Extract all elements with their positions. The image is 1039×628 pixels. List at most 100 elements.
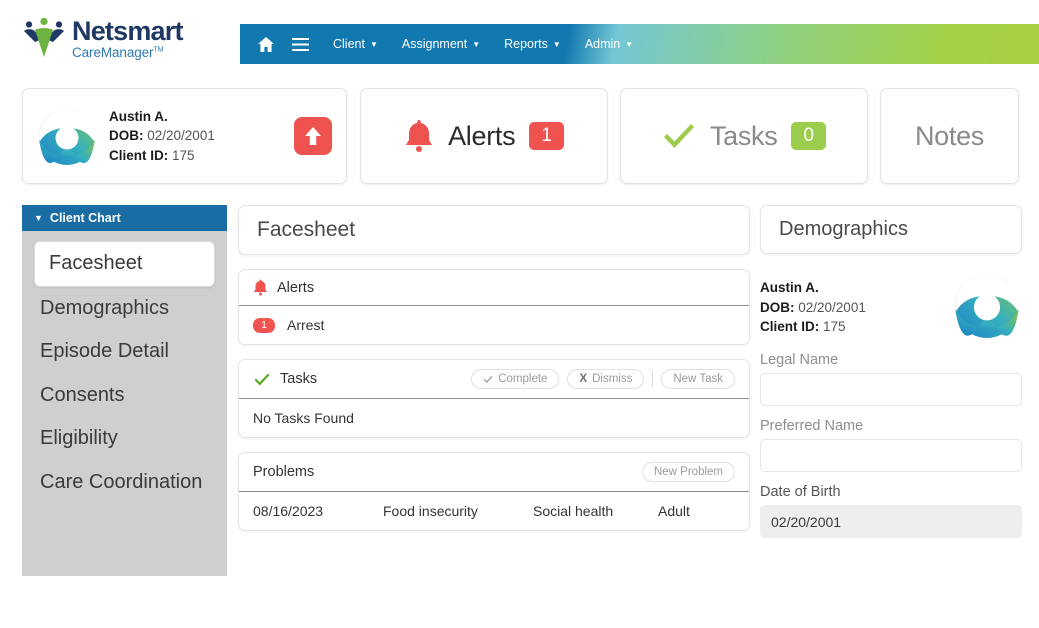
tasks-card[interactable]: Tasks 0	[620, 88, 868, 184]
sidebar-item-label: Eligibility	[40, 427, 118, 449]
check-icon	[253, 372, 271, 387]
expand-client-button[interactable]	[294, 117, 332, 155]
client-avatar-icon	[37, 107, 97, 165]
problems-action-buttons: New Problem	[642, 462, 735, 482]
sidebar-item-demographics[interactable]: Demographics	[22, 287, 227, 331]
nav-item-label: Reports	[504, 37, 548, 51]
check-icon	[483, 375, 493, 384]
tasks-section-title: Tasks	[280, 371, 317, 387]
new-problem-label: New Problem	[654, 466, 723, 478]
problem-category: Social health	[533, 503, 658, 519]
sidebar-item-eligibility[interactable]: Eligibility	[22, 417, 227, 461]
new-problem-button[interactable]: New Problem	[642, 462, 735, 482]
sidebar-items: Facesheet Demographics Episode Detail Co…	[22, 231, 227, 576]
new-task-button[interactable]: New Task	[661, 369, 735, 389]
sidebar-item-episode-detail[interactable]: Episode Detail	[22, 330, 227, 374]
sidebar-item-care-coordination[interactable]: Care Coordination	[22, 461, 227, 505]
client-name: Austin A.	[109, 109, 168, 124]
preferred-name-field[interactable]	[760, 439, 1022, 472]
hamburger-menu-icon[interactable]	[292, 38, 309, 51]
nav-item-label: Admin	[585, 37, 620, 51]
check-icon	[662, 121, 696, 151]
complete-task-label: Complete	[498, 373, 547, 385]
bell-icon	[404, 119, 434, 153]
chevron-down-icon: ▼	[370, 41, 378, 49]
problem-name: Food insecurity	[383, 503, 533, 519]
page-title: Facesheet	[239, 206, 749, 254]
demographics-identity-text: Austin A. DOB: 02/20/2001 Client ID: 175	[760, 272, 866, 337]
client-avatar-icon	[952, 272, 1022, 338]
chevron-down-icon: ▼	[625, 41, 633, 49]
alert-label: Arrest	[287, 317, 324, 333]
legal-name-group: Legal Name	[760, 352, 1022, 418]
sidebar-item-label: Demographics	[40, 297, 169, 319]
brand-name: Netsmart	[72, 18, 183, 45]
legal-name-field[interactable]	[760, 373, 1022, 406]
nav-item-admin[interactable]: Admin ▼	[585, 37, 633, 51]
notes-card[interactable]: Notes	[880, 88, 1019, 184]
client-name: Austin A.	[760, 280, 819, 295]
problem-population: Adult	[658, 503, 690, 519]
client-dob-label: DOB:	[760, 300, 795, 315]
new-task-label: New Task	[673, 373, 723, 385]
date-of-birth-label: Date of Birth	[760, 484, 1022, 500]
tasks-empty-row: No Tasks Found	[239, 399, 749, 437]
client-id-label: Client ID:	[760, 319, 819, 334]
demographics-identity: Austin A. DOB: 02/20/2001 Client ID: 175	[760, 272, 1022, 338]
chevron-down-icon: ▼	[553, 41, 561, 49]
alerts-count-badge: 1	[529, 122, 564, 150]
notes-card-label: Notes	[915, 121, 984, 152]
demographics-panel: Demographics Austin A. DOB: 02/20/2001 C…	[760, 205, 1022, 550]
home-icon[interactable]	[258, 37, 274, 52]
preferred-name-label: Preferred Name	[760, 418, 1022, 434]
alerts-card-label: Alerts	[448, 121, 515, 152]
date-of-birth-field[interactable]	[760, 505, 1022, 538]
tasks-section-header: Tasks Complete X Dismiss New Task	[239, 360, 749, 399]
sidebar-header-client-chart[interactable]: ▼ Client Chart	[22, 205, 227, 231]
page-title-panel: Facesheet	[238, 205, 750, 255]
main-content: Facesheet Alerts 1 Arrest Tasks Complete	[238, 205, 750, 545]
header-card-row: Austin A. DOB: 02/20/2001 Client ID: 175…	[0, 88, 1039, 186]
date-of-birth-group: Date of Birth	[760, 484, 1022, 550]
brand-logo-area[interactable]: Netsmart CareManagerTM	[22, 16, 183, 60]
sidebar-item-label: Facesheet	[49, 252, 142, 274]
problems-section-header: Problems New Problem	[239, 453, 749, 492]
top-bar: Netsmart CareManagerTM Client ▼ Assignme…	[0, 0, 1039, 72]
tasks-count-badge: 0	[791, 122, 826, 150]
nav-item-client[interactable]: Client ▼	[333, 37, 378, 51]
sidebar-item-facesheet[interactable]: Facesheet	[34, 241, 215, 287]
alert-row-arrest[interactable]: 1 Arrest	[239, 306, 749, 344]
bell-icon	[253, 279, 268, 296]
alerts-card[interactable]: Alerts 1	[360, 88, 608, 184]
client-summary-card[interactable]: Austin A. DOB: 02/20/2001 Client ID: 175	[22, 88, 347, 184]
client-dob-value: 02/20/2001	[147, 128, 215, 143]
dismiss-task-button[interactable]: X Dismiss	[567, 369, 644, 389]
nav-item-label: Assignment	[402, 37, 467, 51]
alerts-panel: Alerts 1 Arrest	[238, 269, 750, 345]
legal-name-label: Legal Name	[760, 352, 1022, 368]
client-id-label: Client ID:	[109, 148, 168, 163]
sidebar-item-consents[interactable]: Consents	[22, 374, 227, 418]
sidebar-header-label: Client Chart	[50, 211, 121, 225]
nav-item-assignment[interactable]: Assignment ▼	[402, 37, 480, 51]
action-divider	[652, 371, 653, 387]
dismiss-task-label: Dismiss	[592, 373, 632, 385]
alerts-section-header: Alerts	[239, 270, 749, 306]
netsmart-people-logo-icon	[22, 17, 66, 59]
demographics-title: Demographics	[760, 205, 1022, 254]
nav-item-reports[interactable]: Reports ▼	[504, 37, 561, 51]
sidebar-item-label: Care Coordination	[40, 471, 202, 493]
sidebar: ▼ Client Chart Facesheet Demographics Ep…	[22, 205, 227, 576]
table-row[interactable]: 08/16/2023 Food insecurity Social health…	[239, 492, 749, 530]
chevron-down-icon: ▼	[34, 213, 43, 223]
problems-section-title: Problems	[253, 464, 314, 480]
preferred-name-group: Preferred Name	[760, 418, 1022, 484]
x-icon: X	[579, 373, 587, 385]
client-id-value: 175	[172, 148, 195, 163]
complete-task-button[interactable]: Complete	[471, 369, 559, 389]
tasks-empty-text: No Tasks Found	[253, 410, 354, 426]
sidebar-item-label: Consents	[40, 384, 125, 406]
brand-text: Netsmart CareManagerTM	[72, 16, 183, 60]
alert-count-badge: 1	[253, 318, 275, 333]
sidebar-item-label: Episode Detail	[40, 340, 169, 362]
